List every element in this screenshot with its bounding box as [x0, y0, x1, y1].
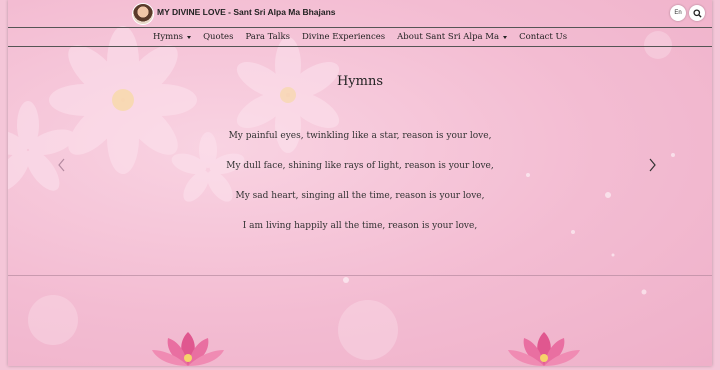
lyric-line: My sad heart, singing all the time, reas… — [235, 191, 485, 201]
main-navigation: Hymns Quotes Para Talks Divine Experienc… — [8, 27, 712, 47]
page: MY DIVINE LOVE - Sant Sri Alpa Ma Bhajan… — [8, 0, 712, 366]
nav-label: Quotes — [203, 32, 234, 42]
nav-item-para-talks[interactable]: Para Talks — [245, 32, 290, 42]
nav-label: Hymns — [152, 32, 184, 42]
search-icon — [692, 8, 702, 18]
nav-label: Divine Experiences — [301, 32, 386, 42]
nav-item-contact[interactable]: Contact Us — [519, 32, 567, 42]
lyric-line: My dull face, shining like rays of light… — [226, 161, 494, 171]
nav-item-quotes[interactable]: Quotes — [203, 32, 233, 42]
nav-item-divine-experiences[interactable]: Divine Experiences — [302, 32, 385, 42]
section-title: Hymns — [336, 74, 384, 89]
top-bar: MY DIVINE LOVE - Sant Sri Alpa Ma Bhajan… — [8, 0, 712, 28]
nav-item-hymns[interactable]: Hymns — [152, 32, 192, 42]
carousel-prev-icon[interactable] — [56, 157, 68, 173]
carousel-next-icon[interactable] — [646, 157, 658, 173]
section-divider — [8, 275, 712, 276]
search-button[interactable] — [689, 5, 705, 21]
caret-down-icon — [503, 35, 508, 39]
caret-down-icon — [187, 35, 192, 39]
lotus-flower-icon — [152, 332, 224, 366]
nav-label: Contact Us — [519, 32, 568, 42]
site-title[interactable]: MY DIVINE LOVE - Sant Sri Alpa Ma Bhajan… — [157, 7, 336, 17]
lyric-line: I am living happily all the time, reason… — [242, 221, 478, 231]
hymn-lyrics: My painful eyes, twinkling like a star, … — [8, 126, 712, 246]
lotus-flower-icon — [508, 332, 580, 366]
nav-label: About Sant Sri Alpa Ma — [397, 32, 500, 42]
nav-item-about[interactable]: About Sant Sri Alpa Ma — [397, 32, 508, 42]
nav-label: Para Talks — [245, 32, 290, 42]
language-button[interactable]: En — [670, 5, 686, 21]
lyric-line: My painful eyes, twinkling like a star, … — [228, 131, 492, 141]
site-logo-avatar[interactable] — [132, 3, 154, 25]
